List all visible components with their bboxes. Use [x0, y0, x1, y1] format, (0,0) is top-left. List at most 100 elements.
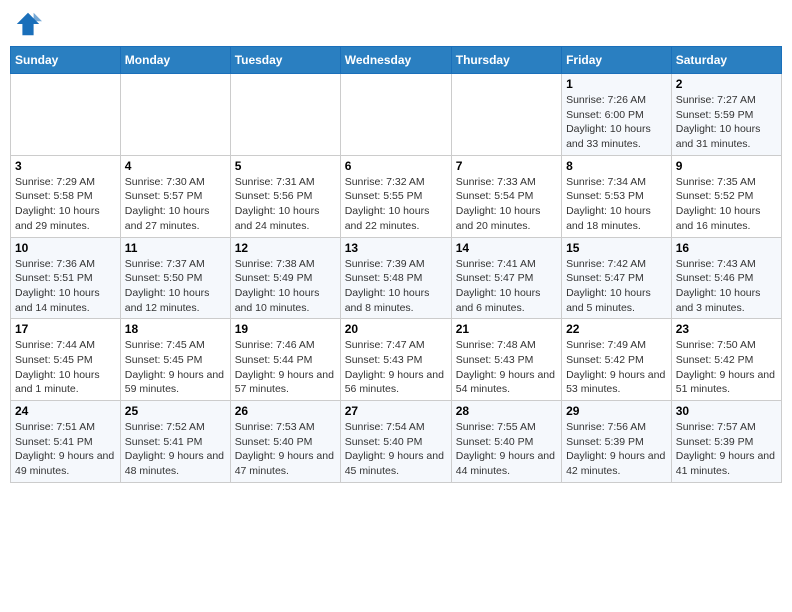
day-info: Sunrise: 7:39 AM Sunset: 5:48 PM Dayligh…	[345, 257, 447, 316]
day-number: 4	[125, 159, 226, 173]
day-number: 14	[456, 241, 557, 255]
calendar-day-cell: 17Sunrise: 7:44 AM Sunset: 5:45 PM Dayli…	[11, 319, 121, 401]
day-info: Sunrise: 7:46 AM Sunset: 5:44 PM Dayligh…	[235, 338, 336, 397]
day-info: Sunrise: 7:54 AM Sunset: 5:40 PM Dayligh…	[345, 420, 447, 479]
calendar-day-cell: 14Sunrise: 7:41 AM Sunset: 5:47 PM Dayli…	[451, 237, 561, 319]
calendar-header: SundayMondayTuesdayWednesdayThursdayFrid…	[11, 47, 782, 74]
day-number: 23	[676, 322, 777, 336]
day-info: Sunrise: 7:33 AM Sunset: 5:54 PM Dayligh…	[456, 175, 557, 234]
header-row: SundayMondayTuesdayWednesdayThursdayFrid…	[11, 47, 782, 74]
day-info: Sunrise: 7:55 AM Sunset: 5:40 PM Dayligh…	[456, 420, 557, 479]
day-number: 30	[676, 404, 777, 418]
day-info: Sunrise: 7:52 AM Sunset: 5:41 PM Dayligh…	[125, 420, 226, 479]
calendar-day-cell: 3 Sunrise: 7:29 AM Sunset: 5:58 PM Daylig…	[11, 155, 121, 237]
day-number: 7	[456, 159, 557, 173]
calendar-day-cell: 4Sunrise: 7:30 AM Sunset: 5:57 PM Daylig…	[120, 155, 230, 237]
calendar-week-row: 1 Sunrise: 7:26 AM Sunset: 6:00 PM Daylig…	[11, 74, 782, 156]
calendar-week-row: 3 Sunrise: 7:29 AM Sunset: 5:58 PM Daylig…	[11, 155, 782, 237]
day-info: Sunrise: 7:26 AM Sunset: 6:00 PM Dayligh…	[566, 93, 667, 152]
calendar-day-cell	[340, 74, 451, 156]
calendar-day-cell: 1 Sunrise: 7:26 AM Sunset: 6:00 PM Daylig…	[562, 74, 672, 156]
day-number: 22	[566, 322, 667, 336]
calendar-week-row: 17Sunrise: 7:44 AM Sunset: 5:45 PM Dayli…	[11, 319, 782, 401]
calendar-table: SundayMondayTuesdayWednesdayThursdayFrid…	[10, 46, 782, 483]
calendar-day-cell: 16 Sunrise: 7:43 AM Sunset: 5:46 PM Dayli…	[671, 237, 781, 319]
day-number: 15	[566, 241, 667, 255]
calendar-week-row: 10 Sunrise: 7:36 AM Sunset: 5:51 PM Dayli…	[11, 237, 782, 319]
calendar-day-cell: 8 Sunrise: 7:34 AM Sunset: 5:53 PM Daylig…	[562, 155, 672, 237]
day-number: 9	[676, 159, 777, 173]
calendar-day-cell: 27 Sunrise: 7:54 AM Sunset: 5:40 PM Dayli…	[340, 401, 451, 483]
calendar-day-cell	[230, 74, 340, 156]
calendar-day-cell: 21 Sunrise: 7:48 AM Sunset: 5:43 PM Dayli…	[451, 319, 561, 401]
day-info: Sunrise: 7:57 AM Sunset: 5:39 PM Dayligh…	[676, 420, 777, 479]
day-info: Sunrise: 7:34 AM Sunset: 5:53 PM Dayligh…	[566, 175, 667, 234]
calendar-day-cell: 5 Sunrise: 7:31 AM Sunset: 5:56 PM Daylig…	[230, 155, 340, 237]
day-number: 28	[456, 404, 557, 418]
day-number: 20	[345, 322, 447, 336]
calendar-day-cell: 23 Sunrise: 7:50 AM Sunset: 5:42 PM Dayli…	[671, 319, 781, 401]
day-number: 27	[345, 404, 447, 418]
day-info: Sunrise: 7:50 AM Sunset: 5:42 PM Dayligh…	[676, 338, 777, 397]
day-number: 26	[235, 404, 336, 418]
calendar-day-cell: 28 Sunrise: 7:55 AM Sunset: 5:40 PM Dayli…	[451, 401, 561, 483]
day-number: 2	[676, 77, 777, 91]
day-number: 10	[15, 241, 116, 255]
calendar-week-row: 24Sunrise: 7:51 AM Sunset: 5:41 PM Dayli…	[11, 401, 782, 483]
calendar-day-cell: 22 Sunrise: 7:49 AM Sunset: 5:42 PM Dayli…	[562, 319, 672, 401]
calendar-day-cell: 11 Sunrise: 7:37 AM Sunset: 5:50 PM Dayli…	[120, 237, 230, 319]
calendar-day-cell: 29 Sunrise: 7:56 AM Sunset: 5:39 PM Dayli…	[562, 401, 672, 483]
day-number: 1	[566, 77, 667, 91]
calendar-day-cell: 13 Sunrise: 7:39 AM Sunset: 5:48 PM Dayli…	[340, 237, 451, 319]
logo	[14, 10, 46, 38]
day-info: Sunrise: 7:42 AM Sunset: 5:47 PM Dayligh…	[566, 257, 667, 316]
calendar-body: 1 Sunrise: 7:26 AM Sunset: 6:00 PM Daylig…	[11, 74, 782, 483]
calendar-day-cell: 12 Sunrise: 7:38 AM Sunset: 5:49 PM Dayli…	[230, 237, 340, 319]
day-info: Sunrise: 7:43 AM Sunset: 5:46 PM Dayligh…	[676, 257, 777, 316]
day-number: 25	[125, 404, 226, 418]
day-info: Sunrise: 7:56 AM Sunset: 5:39 PM Dayligh…	[566, 420, 667, 479]
day-info: Sunrise: 7:48 AM Sunset: 5:43 PM Dayligh…	[456, 338, 557, 397]
calendar-day-cell	[451, 74, 561, 156]
day-number: 3	[15, 159, 116, 173]
day-number: 18	[125, 322, 226, 336]
day-number: 21	[456, 322, 557, 336]
calendar-day-cell: 20 Sunrise: 7:47 AM Sunset: 5:43 PM Dayli…	[340, 319, 451, 401]
day-info: Sunrise: 7:31 AM Sunset: 5:56 PM Dayligh…	[235, 175, 336, 234]
day-number: 6	[345, 159, 447, 173]
day-of-week-header: Monday	[120, 47, 230, 74]
calendar-day-cell: 25 Sunrise: 7:52 AM Sunset: 5:41 PM Dayli…	[120, 401, 230, 483]
day-number: 12	[235, 241, 336, 255]
day-number: 16	[676, 241, 777, 255]
day-of-week-header: Saturday	[671, 47, 781, 74]
day-info: Sunrise: 7:35 AM Sunset: 5:52 PM Dayligh…	[676, 175, 777, 234]
day-number: 5	[235, 159, 336, 173]
day-number: 24	[15, 404, 116, 418]
day-of-week-header: Thursday	[451, 47, 561, 74]
day-info: Sunrise: 7:44 AM Sunset: 5:45 PM Dayligh…	[15, 338, 116, 397]
day-number: 19	[235, 322, 336, 336]
calendar-day-cell: 7 Sunrise: 7:33 AM Sunset: 5:54 PM Daylig…	[451, 155, 561, 237]
calendar-day-cell: 19 Sunrise: 7:46 AM Sunset: 5:44 PM Dayli…	[230, 319, 340, 401]
day-info: Sunrise: 7:53 AM Sunset: 5:40 PM Dayligh…	[235, 420, 336, 479]
page-header	[10, 10, 782, 38]
day-number: 8	[566, 159, 667, 173]
day-of-week-header: Tuesday	[230, 47, 340, 74]
calendar-day-cell	[120, 74, 230, 156]
day-of-week-header: Sunday	[11, 47, 121, 74]
day-number: 13	[345, 241, 447, 255]
day-info: Sunrise: 7:37 AM Sunset: 5:50 PM Dayligh…	[125, 257, 226, 316]
day-of-week-header: Wednesday	[340, 47, 451, 74]
day-info: Sunrise: 7:36 AM Sunset: 5:51 PM Dayligh…	[15, 257, 116, 316]
day-info: Sunrise: 7:27 AM Sunset: 5:59 PM Dayligh…	[676, 93, 777, 152]
calendar-day-cell: 26 Sunrise: 7:53 AM Sunset: 5:40 PM Dayli…	[230, 401, 340, 483]
calendar-day-cell: 24Sunrise: 7:51 AM Sunset: 5:41 PM Dayli…	[11, 401, 121, 483]
day-number: 11	[125, 241, 226, 255]
day-number: 29	[566, 404, 667, 418]
day-info: Sunrise: 7:29 AM Sunset: 5:58 PM Dayligh…	[15, 175, 116, 234]
day-info: Sunrise: 7:32 AM Sunset: 5:55 PM Dayligh…	[345, 175, 447, 234]
day-info: Sunrise: 7:49 AM Sunset: 5:42 PM Dayligh…	[566, 338, 667, 397]
day-info: Sunrise: 7:38 AM Sunset: 5:49 PM Dayligh…	[235, 257, 336, 316]
day-info: Sunrise: 7:47 AM Sunset: 5:43 PM Dayligh…	[345, 338, 447, 397]
calendar-day-cell: 18Sunrise: 7:45 AM Sunset: 5:45 PM Dayli…	[120, 319, 230, 401]
